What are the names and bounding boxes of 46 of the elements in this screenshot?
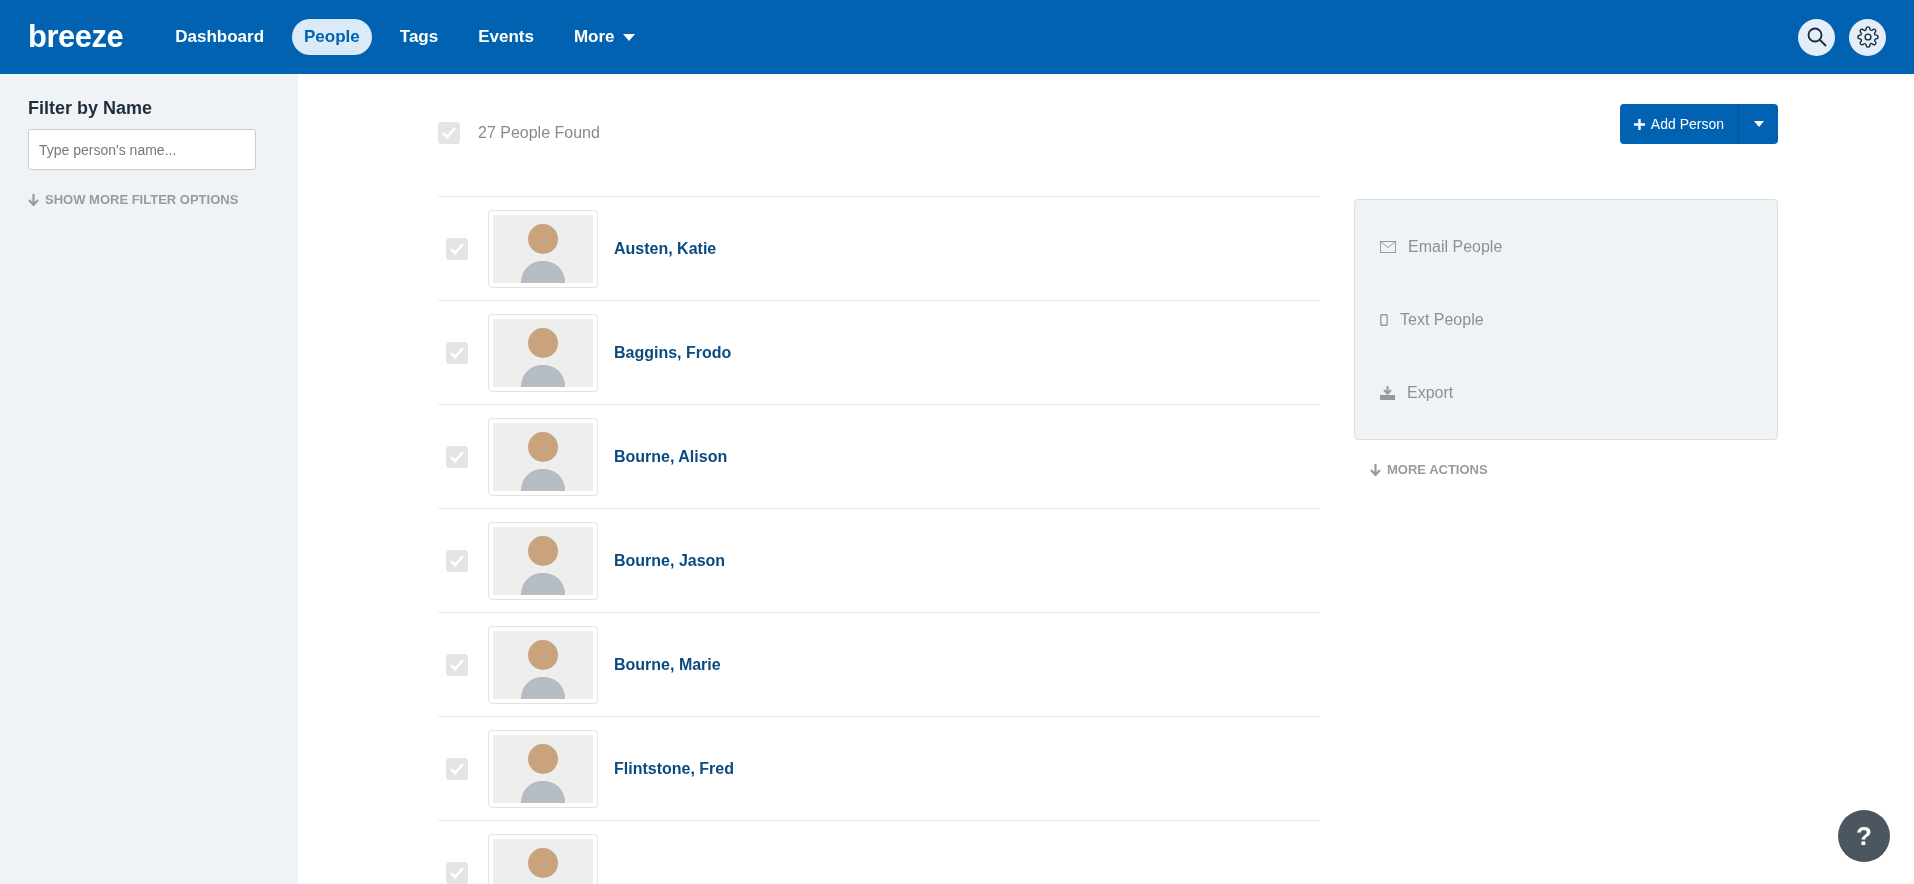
checkmark-icon [450,658,464,671]
settings-button[interactable] [1849,18,1886,56]
plus-icon [1633,118,1645,130]
add-person-button[interactable]: Add Person [1619,104,1738,144]
arrow-down-icon [28,193,39,206]
row-checkbox[interactable] [446,861,468,884]
nav-tab[interactable]: People [292,19,372,55]
person-name-link[interactable]: Flintstone, Fred [614,759,734,778]
sidebar-title: Filter by Name [28,98,154,119]
name-search-field[interactable]: Type person's name... [28,129,256,170]
row-checkbox[interactable] [446,653,468,676]
person-name-link[interactable]: Bourne, Marie [614,655,721,674]
help-button[interactable]: ? [1838,810,1890,862]
search-button[interactable] [1798,18,1835,56]
search-icon [1806,27,1827,47]
settings-icon [1856,26,1879,48]
checkmark-icon [450,346,464,359]
checkmark-icon [450,866,464,879]
download-icon [1380,385,1395,400]
row-checkbox[interactable] [446,549,468,572]
phone-icon [1380,313,1388,326]
nav-tab[interactable]: More [561,19,647,55]
arrow-down-icon [1370,463,1381,476]
envelope-icon [1380,240,1396,253]
checkmark-icon [450,450,464,463]
logo[interactable]: breeze [28,19,124,55]
checkmark-icon [450,762,464,775]
nav-tab[interactable]: Tags [387,19,451,55]
checkmark-icon [450,554,464,567]
row-checkbox[interactable] [446,445,468,468]
caret-icon [1753,121,1764,127]
select-all-checkbox[interactable] [438,122,460,144]
add-options-dropdown-button[interactable] [1738,104,1778,144]
checkmark-icon [450,242,464,255]
people-count: 27 People Found [478,124,600,142]
nav-tab[interactable]: Events [466,19,546,55]
nav-tab[interactable]: Dashboard [163,19,277,55]
person-name-link[interactable]: Bourne, Alison [614,447,728,466]
person-name-link[interactable]: Baggins, Frodo [614,343,732,362]
caret-icon [622,33,635,41]
row-checkbox[interactable] [446,341,468,364]
person-name-link[interactable]: Bourne, Jason [614,551,726,570]
row-checkbox[interactable] [446,757,468,780]
checkmark-icon [442,127,456,139]
row-checkbox[interactable] [446,237,468,260]
person-name-link[interactable]: Austen, Katie [614,239,717,258]
